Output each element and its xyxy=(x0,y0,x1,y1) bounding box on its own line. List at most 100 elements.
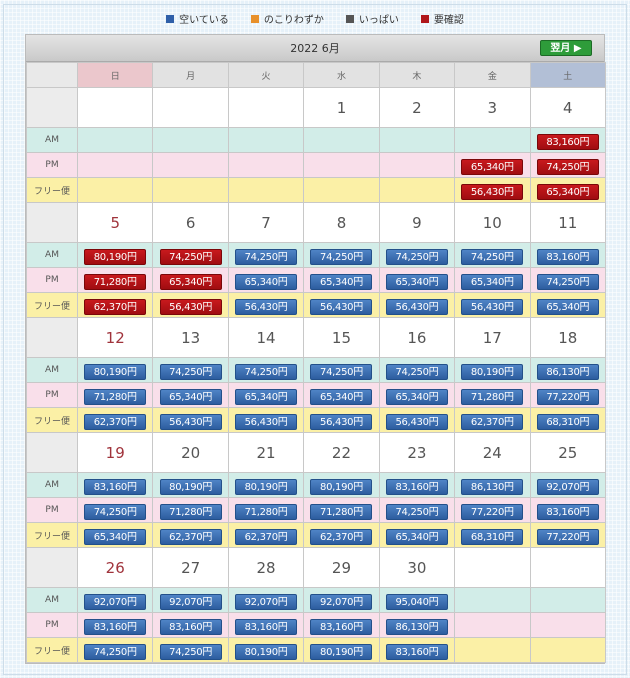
price-badge-free[interactable]: 62,370円 xyxy=(84,299,147,315)
price-badge-pm[interactable]: 77,220円 xyxy=(536,389,599,405)
price-cell: 71,280円 xyxy=(152,497,229,523)
price-badge-free[interactable]: 65,340円 xyxy=(536,184,599,200)
price-badge-am[interactable]: 92,070円 xyxy=(159,594,222,610)
price-badge-free[interactable]: 74,250円 xyxy=(159,644,222,660)
price-badge-am[interactable]: 74,250円 xyxy=(385,249,448,265)
price-badge-am[interactable]: 83,160円 xyxy=(84,479,147,495)
price-badge-free[interactable]: 56,430円 xyxy=(385,299,448,315)
price-cell: 80,190円 xyxy=(303,637,380,663)
price-badge-am[interactable]: 80,190円 xyxy=(461,364,524,380)
date-cell xyxy=(227,87,305,128)
price-badge-am[interactable]: 80,190円 xyxy=(159,479,222,495)
price-badge-free[interactable]: 68,310円 xyxy=(536,414,599,430)
price-badge-am[interactable]: 80,190円 xyxy=(84,249,147,265)
price-badge-am[interactable]: 86,130円 xyxy=(461,479,524,495)
price-badge-pm[interactable]: 71,280円 xyxy=(235,504,298,520)
price-badge-pm[interactable]: 65,340円 xyxy=(235,389,298,405)
price-badge-am[interactable]: 74,250円 xyxy=(159,249,222,265)
price-badge-free[interactable]: 56,430円 xyxy=(235,299,298,315)
price-badge-am[interactable]: 92,070円 xyxy=(235,594,298,610)
price-badge-free[interactable]: 56,430円 xyxy=(461,299,524,315)
price-badge-pm[interactable]: 65,340円 xyxy=(310,389,373,405)
price-badge-free[interactable]: 62,370円 xyxy=(235,529,298,545)
price-badge-free[interactable]: 74,250円 xyxy=(84,644,147,660)
price-badge-pm[interactable]: 71,280円 xyxy=(84,274,147,290)
price-cell xyxy=(227,127,305,153)
price-badge-pm[interactable]: 71,280円 xyxy=(84,389,147,405)
price-cell: 62,370円 xyxy=(454,407,531,433)
price-badge-pm[interactable]: 71,280円 xyxy=(310,504,373,520)
price-badge-free[interactable]: 65,340円 xyxy=(536,299,599,315)
price-badge-free[interactable]: 56,430円 xyxy=(310,414,373,430)
price-badge-am[interactable]: 92,070円 xyxy=(84,594,147,610)
price-badge-pm[interactable]: 77,220円 xyxy=(461,504,524,520)
price-badge-pm[interactable]: 65,340円 xyxy=(310,274,373,290)
price-badge-free[interactable]: 62,370円 xyxy=(159,529,222,545)
price-badge-pm[interactable]: 65,340円 xyxy=(461,274,524,290)
price-badge-am[interactable]: 80,190円 xyxy=(310,479,373,495)
price-badge-pm[interactable]: 65,340円 xyxy=(385,389,448,405)
price-badge-am[interactable]: 74,250円 xyxy=(310,364,373,380)
week-date-row: 26 27 28 29 30 xyxy=(26,547,607,588)
price-badge-pm[interactable]: 74,250円 xyxy=(536,159,599,175)
slot-label-free: フリー便 xyxy=(26,522,78,548)
price-badge-free[interactable]: 68,310円 xyxy=(461,529,524,545)
price-badge-pm[interactable]: 74,250円 xyxy=(84,504,147,520)
next-month-button[interactable]: 翌月 ▶ xyxy=(540,40,592,56)
price-badge-pm[interactable]: 83,160円 xyxy=(536,504,599,520)
price-cell: 74,250円 xyxy=(152,637,229,663)
price-badge-free[interactable]: 56,430円 xyxy=(159,299,222,315)
price-badge-pm[interactable]: 74,250円 xyxy=(385,504,448,520)
price-badge-pm[interactable]: 83,160円 xyxy=(310,619,373,635)
price-badge-am[interactable]: 92,070円 xyxy=(310,594,373,610)
price-badge-am[interactable]: 74,250円 xyxy=(385,364,448,380)
price-badge-am[interactable]: 74,250円 xyxy=(235,364,298,380)
price-badge-pm[interactable]: 86,130円 xyxy=(385,619,448,635)
price-badge-am[interactable]: 80,190円 xyxy=(235,479,298,495)
legend: 空いている のこりわずか いっぱい 要確認 xyxy=(0,11,630,26)
price-badge-am[interactable]: 83,160円 xyxy=(536,134,599,150)
price-badge-free[interactable]: 80,190円 xyxy=(235,644,298,660)
price-badge-pm[interactable]: 65,340円 xyxy=(235,274,298,290)
price-badge-am[interactable]: 80,190円 xyxy=(84,364,147,380)
price-badge-am[interactable]: 74,250円 xyxy=(461,249,524,265)
price-badge-pm[interactable]: 65,340円 xyxy=(159,274,222,290)
price-badge-free[interactable]: 80,190円 xyxy=(310,644,373,660)
price-badge-free[interactable]: 65,340円 xyxy=(385,529,448,545)
price-badge-free[interactable]: 62,370円 xyxy=(461,414,524,430)
slot-label-free: フリー便 xyxy=(26,292,78,318)
price-badge-pm[interactable]: 83,160円 xyxy=(159,619,222,635)
price-badge-am[interactable]: 83,160円 xyxy=(385,479,448,495)
price-badge-pm[interactable]: 83,160円 xyxy=(84,619,147,635)
price-badge-free[interactable]: 56,430円 xyxy=(310,299,373,315)
price-badge-free[interactable]: 56,430円 xyxy=(159,414,222,430)
price-badge-am[interactable]: 95,040円 xyxy=(385,594,448,610)
price-badge-free[interactable]: 56,430円 xyxy=(385,414,448,430)
price-badge-am[interactable]: 74,250円 xyxy=(235,249,298,265)
price-badge-free[interactable]: 56,430円 xyxy=(461,184,524,200)
price-badge-free[interactable]: 65,340円 xyxy=(84,529,147,545)
price-cell: 65,340円 xyxy=(378,267,456,293)
price-badge-am[interactable]: 86,130円 xyxy=(536,364,599,380)
weekday-fri: 金 xyxy=(454,62,531,88)
slot-label-pm: PM xyxy=(26,612,78,638)
price-badge-free[interactable]: 56,430円 xyxy=(235,414,298,430)
price-badge-free[interactable]: 62,370円 xyxy=(84,414,147,430)
price-badge-free[interactable]: 83,160円 xyxy=(385,644,448,660)
price-badge-am[interactable]: 74,250円 xyxy=(159,364,222,380)
price-badge-pm[interactable]: 83,160円 xyxy=(235,619,298,635)
price-badge-pm[interactable]: 74,250円 xyxy=(536,274,599,290)
week-date-row: 12 13 14 15 16 17 18 xyxy=(26,317,607,358)
price-badge-pm[interactable]: 65,340円 xyxy=(159,389,222,405)
row-label-blank xyxy=(26,317,78,358)
price-badge-pm[interactable]: 71,280円 xyxy=(461,389,524,405)
price-badge-pm[interactable]: 65,340円 xyxy=(385,274,448,290)
price-badge-am[interactable]: 74,250円 xyxy=(310,249,373,265)
price-badge-am[interactable]: 92,070円 xyxy=(536,479,599,495)
price-badge-am[interactable]: 83,160円 xyxy=(536,249,599,265)
price-cell: 80,190円 xyxy=(76,357,154,383)
price-badge-pm[interactable]: 71,280円 xyxy=(159,504,222,520)
price-badge-pm[interactable]: 65,340円 xyxy=(461,159,524,175)
price-badge-free[interactable]: 77,220円 xyxy=(536,529,599,545)
price-badge-free[interactable]: 62,370円 xyxy=(310,529,373,545)
